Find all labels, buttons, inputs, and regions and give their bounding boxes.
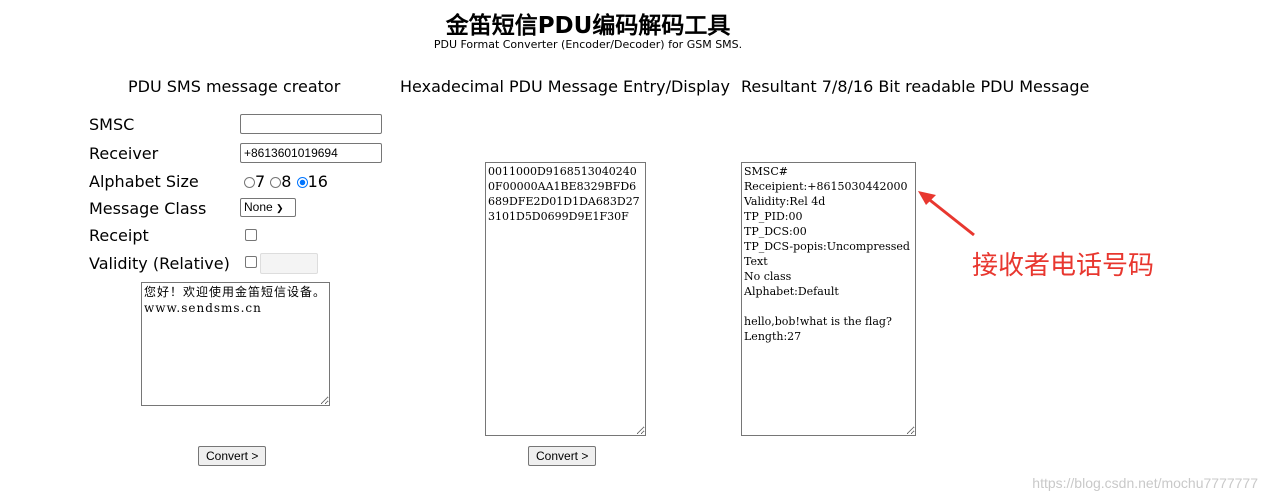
encode-convert-button[interactable]: Convert > xyxy=(198,446,267,466)
message-textarea[interactable]: 您好！欢迎使用金笛短信设备。www.sendsms.cn xyxy=(141,282,330,406)
red-arrow-annotation xyxy=(918,191,975,237)
page-title: 金笛短信PDU编码解码工具 xyxy=(445,13,731,39)
alphabet-radio-16[interactable] xyxy=(296,177,308,188)
alphabet-radio-8[interactable] xyxy=(270,177,282,188)
validity-input[interactable] xyxy=(260,253,318,274)
smsc-label: SMSC xyxy=(89,115,135,134)
alphabet-radio-group: 7 8 16 xyxy=(244,172,328,191)
watermark: https://blog.csdn.net/mochu7777777 xyxy=(1032,475,1258,491)
chevron-down-icon: ❯ xyxy=(276,203,284,213)
message-class-label: Message Class xyxy=(89,199,207,218)
select-value: None xyxy=(244,200,273,214)
result-heading: Resultant 7/8/16 Bit readable PDU Messag… xyxy=(741,77,1090,96)
hex-heading: Hexadecimal PDU Message Entry/Display xyxy=(400,77,730,96)
message-class-select[interactable]: None ❯ xyxy=(240,198,296,217)
receipt-checkbox[interactable] xyxy=(245,229,257,241)
receiver-label: Receiver xyxy=(89,144,159,163)
decode-convert-button[interactable]: Convert > xyxy=(528,446,597,466)
receipt-label: Receipt xyxy=(89,226,149,245)
validity-checkbox[interactable] xyxy=(245,256,257,268)
result-textarea[interactable]: SMSC# Receipient:+8615030442000 Validity… xyxy=(741,162,916,436)
creator-heading: PDU SMS message creator xyxy=(128,77,341,96)
alphabet-radio-7[interactable] xyxy=(244,177,255,188)
radio-label: 7 xyxy=(255,172,266,191)
page-subtitle: PDU Format Converter (Encoder/Decoder) f… xyxy=(433,38,743,51)
hex-pdu-textarea[interactable]: 0011000D91685130402400F00000AA1BE8329BFD… xyxy=(485,162,646,436)
validity-label: Validity (Relative) xyxy=(89,254,230,273)
annotation-text: 接收者电话号码 xyxy=(972,251,1155,281)
receiver-input[interactable] xyxy=(240,143,382,163)
radio-label: 16 xyxy=(307,172,328,191)
smsc-input[interactable] xyxy=(240,114,382,134)
alphabet-label: Alphabet Size xyxy=(89,172,199,191)
radio-label: 8 xyxy=(281,172,292,191)
